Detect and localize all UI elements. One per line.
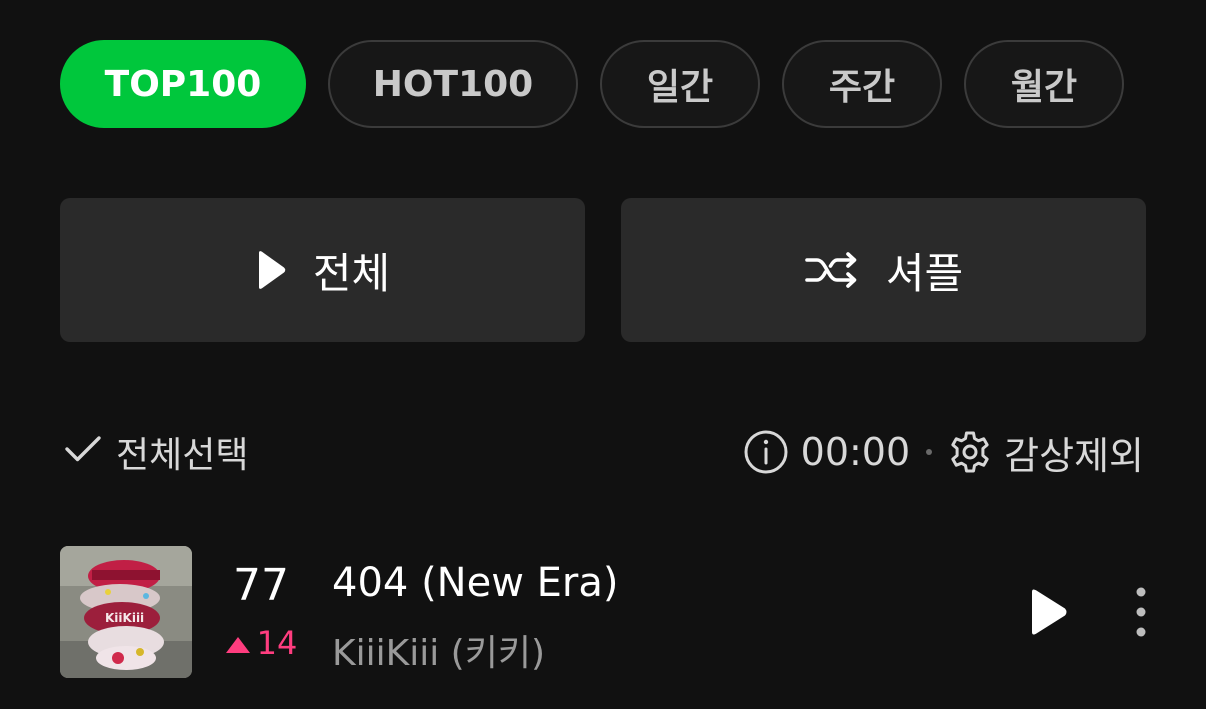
filter-chip-top100[interactable]: TOP100: [60, 40, 306, 128]
rank-up-icon: [225, 624, 251, 662]
check-icon: [64, 432, 102, 473]
filter-chip-weekly[interactable]: 주간: [782, 40, 942, 128]
play-all-button[interactable]: 전체: [60, 198, 585, 342]
play-icon: [1032, 589, 1067, 635]
filter-chip-daily[interactable]: 일간: [600, 40, 760, 128]
select-all-label: 전체선택: [116, 435, 249, 476]
play-icon: [255, 250, 287, 290]
filter-chip-label: TOP100: [104, 63, 262, 105]
shuffle-icon: [804, 250, 860, 290]
filter-chip-label: 주간: [828, 67, 896, 108]
more-vertical-icon: [1136, 587, 1146, 637]
listening-time: 00:00: [800, 430, 911, 474]
filter-chip-label: HOT100: [372, 63, 534, 105]
track-play-button[interactable]: [1026, 588, 1070, 636]
filter-chip-hot100[interactable]: HOT100: [328, 40, 578, 128]
info-icon[interactable]: [743, 429, 789, 475]
track-artist[interactable]: KiiiKiii (키키): [332, 624, 545, 676]
filter-chip-monthly[interactable]: 월간: [964, 40, 1124, 128]
play-all-label: 전체: [312, 248, 391, 298]
select-all-button[interactable]: 전체선택: [64, 424, 248, 480]
track-rank: 77: [233, 560, 289, 611]
album-art: KiiKiii: [60, 546, 192, 678]
gear-icon[interactable]: [948, 430, 992, 474]
separator-dot: [926, 449, 933, 455]
shuffle-label: 셔플: [885, 248, 964, 298]
exclude-label[interactable]: 감상제외: [1004, 425, 1144, 480]
shuffle-button[interactable]: 셔플: [621, 198, 1146, 342]
filter-chip-label: 일간: [646, 67, 714, 108]
rank-change: 14: [206, 624, 316, 662]
rank-change-value: 14: [256, 624, 298, 662]
more-options-button[interactable]: [1126, 586, 1156, 638]
listening-tools: 00:00 감상제외: [743, 424, 1144, 480]
album-art-text: KiiKiii: [105, 611, 144, 625]
track-row[interactable]: KiiKiii 77 14 404 (New Era) KiiiKiii (키키…: [0, 540, 1206, 684]
filter-chip-label: 월간: [1010, 67, 1078, 108]
track-title: 404 (New Era): [332, 560, 619, 606]
